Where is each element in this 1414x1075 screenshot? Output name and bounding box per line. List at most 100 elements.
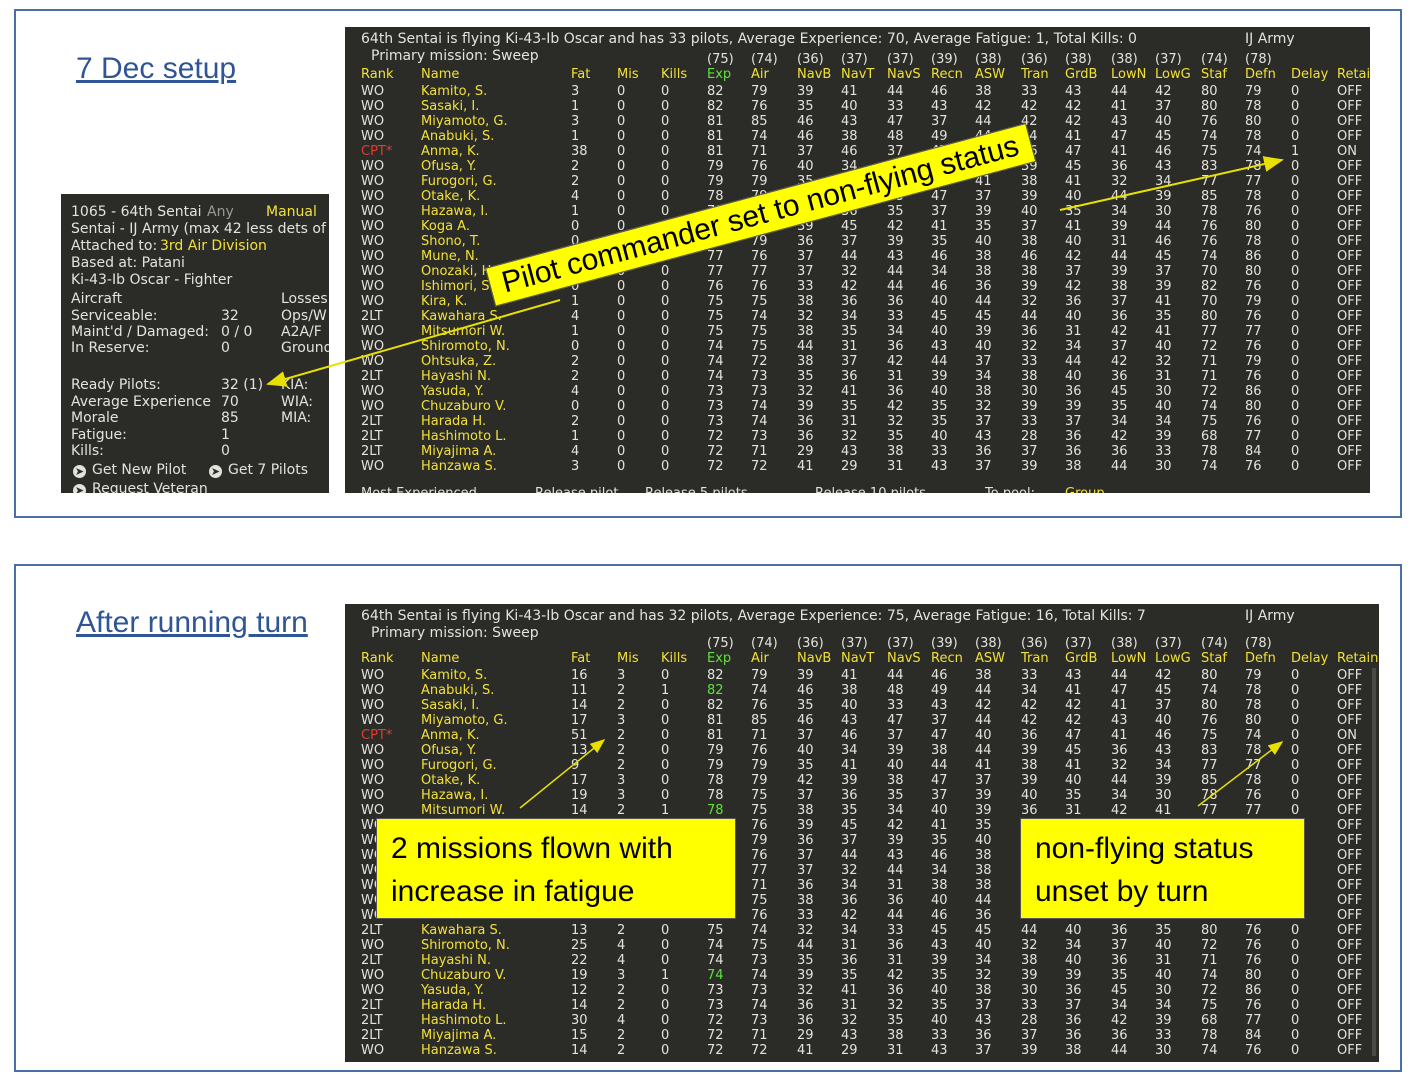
attached-value[interactable]: 3rd Air Division — [160, 238, 267, 254]
column-header-tran[interactable]: Tran — [1021, 651, 1049, 666]
table-cell-name[interactable]: Mune, N. — [421, 249, 479, 264]
column-header-air[interactable]: Air — [751, 651, 769, 666]
table-cell-name[interactable]: Hashimoto L. — [421, 1013, 507, 1028]
footer-item[interactable]: Most Experienced — [361, 486, 477, 493]
column-header-asw[interactable]: ASW — [975, 67, 1005, 82]
unit-any[interactable]: Any — [207, 204, 234, 220]
column-header-defn[interactable]: Defn — [1245, 67, 1276, 82]
table-cell-name[interactable]: Hayashi N. — [421, 953, 491, 968]
table-cell-name[interactable]: Hazawa, I. — [421, 204, 488, 219]
column-header-tran[interactable]: Tran — [1021, 67, 1049, 82]
table-cell-name[interactable]: Anma, K. — [421, 144, 480, 159]
table-cell-name[interactable]: Kawahara S. — [421, 923, 502, 938]
column-header-kills[interactable]: Kills — [661, 67, 687, 82]
table-cell-name[interactable]: Yasuda, Y. — [421, 983, 484, 998]
footer-item[interactable]: To pool: — [985, 486, 1035, 493]
scrollbar[interactable] — [1372, 668, 1376, 1056]
table-cell-name[interactable]: Ofusa, Y. — [421, 743, 477, 758]
table-cell-name[interactable]: Miyajima A. — [421, 444, 496, 459]
column-header-retain[interactable]: Retain — [1337, 67, 1370, 82]
table-cell-name[interactable]: Harada H. — [421, 998, 486, 1013]
column-header-rank[interactable]: Rank — [361, 67, 393, 82]
column-header-exp[interactable]: Exp — [707, 67, 731, 82]
table-cell-name[interactable]: Miyajima A. — [421, 1028, 496, 1043]
footer-item[interactable]: Release 5 pilots — [645, 486, 748, 493]
table-cell-name[interactable]: Kira, K. — [421, 294, 467, 309]
footer-item[interactable]: Release 10 pilots — [815, 486, 926, 493]
table-cell-name[interactable]: Ofusa, Y. — [421, 159, 477, 174]
table-cell-name[interactable]: Hashimoto L. — [421, 429, 507, 444]
column-header-recn[interactable]: Recn — [931, 67, 963, 82]
table-cell-name[interactable]: Mitsumori W. — [421, 324, 505, 339]
top-panel-title[interactable]: 7 Dec setup — [76, 52, 236, 86]
table-cell-name[interactable]: Anabuki, S. — [421, 683, 494, 698]
column-header-asw[interactable]: ASW — [975, 651, 1005, 666]
unit-manual[interactable]: Manual — [266, 204, 317, 220]
column-header-staf[interactable]: Staf — [1201, 67, 1227, 82]
table-cell-name[interactable]: Ohtsuka, Z. — [421, 354, 496, 369]
table-cell-name[interactable]: Hazawa, I. — [421, 788, 488, 803]
column-header-navt[interactable]: NavT — [841, 651, 874, 666]
column-header-kills[interactable]: Kills — [661, 651, 687, 666]
table-cell-name[interactable]: Koga A. — [421, 219, 470, 234]
column-header-navb[interactable]: NavB — [797, 67, 831, 82]
table-cell-name[interactable]: Otake, K. — [421, 189, 480, 204]
footer-item[interactable]: Release pilot — [535, 486, 618, 493]
table-cell-name[interactable]: Shono, T. — [421, 234, 480, 249]
table-cell-name[interactable]: Chuzaburo V. — [421, 968, 506, 983]
column-header-exp[interactable]: Exp — [707, 651, 731, 666]
column-header-fat[interactable]: Fat — [571, 67, 590, 82]
column-header-lowg[interactable]: LowG — [1155, 67, 1191, 82]
table-cell-name[interactable]: Hanzawa S. — [421, 459, 497, 474]
table-cell-name[interactable]: Furogori, G. — [421, 174, 497, 189]
table-cell-name[interactable]: Otake, K. — [421, 773, 480, 788]
table-cell-name[interactable]: Furogori, G. — [421, 758, 497, 773]
footer-item[interactable]: Group — [1065, 486, 1105, 493]
column-header-lown[interactable]: LowN — [1111, 651, 1146, 666]
get-new-pilot-button[interactable]: ➤ Get New Pilot — [73, 462, 186, 478]
table-cell-name[interactable]: Miyamoto, G. — [421, 713, 508, 728]
column-header-mis[interactable]: Mis — [617, 67, 639, 82]
table-cell-name[interactable]: Hanzawa S. — [421, 1043, 497, 1058]
column-header-staf[interactable]: Staf — [1201, 651, 1227, 666]
request-veteran-button[interactable]: ➤ Request Veteran — [73, 481, 208, 493]
column-header-navb[interactable]: NavB — [797, 651, 831, 666]
column-header-name[interactable]: Name — [421, 67, 459, 82]
column-header-grdb[interactable]: GrdB — [1065, 67, 1097, 82]
table-cell-name[interactable]: Miyamoto, G. — [421, 114, 508, 129]
column-header-air[interactable]: Air — [751, 67, 769, 82]
table-cell-name[interactable]: Anma, K. — [421, 728, 480, 743]
column-header-rank[interactable]: Rank — [361, 651, 393, 666]
table-cell-name[interactable]: Shiromoto, N. — [421, 339, 510, 354]
column-header-delay[interactable]: Delay — [1291, 651, 1328, 666]
table-cell-name[interactable]: Yasuda, Y. — [421, 384, 484, 399]
table-cell-name[interactable]: Onozaki, H. — [421, 264, 495, 279]
column-header-navs[interactable]: NavS — [887, 67, 921, 82]
table-cell-name[interactable]: Sasaki, I. — [421, 99, 479, 114]
table-cell-name[interactable]: Ishimori, S. — [421, 279, 494, 294]
column-header-lowg[interactable]: LowG — [1155, 651, 1191, 666]
column-header-name[interactable]: Name — [421, 651, 459, 666]
column-header-recn[interactable]: Recn — [931, 651, 963, 666]
column-header-defn[interactable]: Defn — [1245, 651, 1276, 666]
table-cell-name[interactable]: Shiromoto, N. — [421, 938, 510, 953]
table-cell-name[interactable]: Hayashi N. — [421, 369, 491, 384]
column-header-grdb[interactable]: GrdB — [1065, 651, 1097, 666]
column-header-delay[interactable]: Delay — [1291, 67, 1328, 82]
column-header-fat[interactable]: Fat — [571, 651, 590, 666]
table-cell-name[interactable]: Kawahara S. — [421, 309, 502, 324]
table-cell-name[interactable]: Mitsumori W. — [421, 803, 505, 818]
table-cell-name[interactable]: Harada H. — [421, 414, 486, 429]
get-7-pilots-button[interactable]: ➤ Get 7 Pilots — [209, 462, 308, 478]
table-cell-name[interactable]: Anabuki, S. — [421, 129, 494, 144]
column-header-lown[interactable]: LowN — [1111, 67, 1146, 82]
table-cell-name[interactable]: Chuzaburo V. — [421, 399, 506, 414]
column-header-mis[interactable]: Mis — [617, 651, 639, 666]
table-cell-name[interactable]: Sasaki, I. — [421, 698, 479, 713]
column-header-navt[interactable]: NavT — [841, 67, 874, 82]
bottom-panel-title[interactable]: After running turn — [76, 606, 308, 640]
table-cell-name[interactable]: Kamito, S. — [421, 668, 487, 683]
table-cell-name[interactable]: Kamito, S. — [421, 84, 487, 99]
column-header-navs[interactable]: NavS — [887, 651, 921, 666]
column-header-retain[interactable]: Retain — [1337, 651, 1378, 666]
